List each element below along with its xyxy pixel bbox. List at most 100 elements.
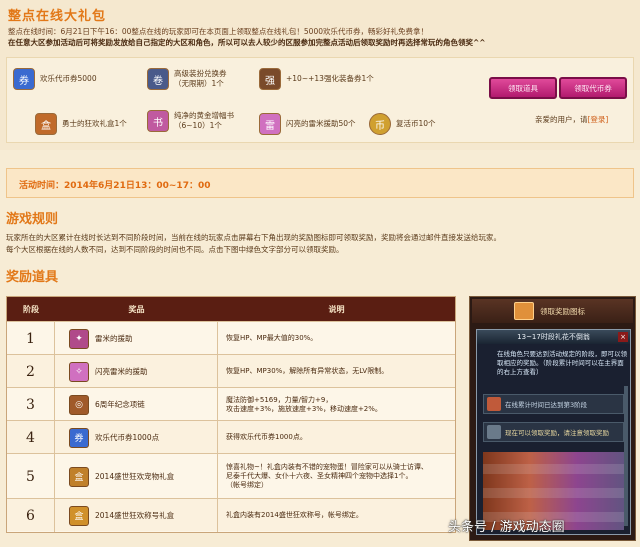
prize-cell: 券 欢乐代币券1000点 — [55, 421, 218, 454]
desc-line: 尼泰千代大爆、女仆十六夜、圣女精神四个宠物中选择1个。 — [226, 472, 413, 480]
prize-description: 获得欢乐代币券1000点。 — [218, 421, 455, 454]
column-header-desc: 说明 — [218, 297, 455, 321]
coupon-icon: 券 — [69, 427, 89, 448]
side-header: 领取奖励图标 — [472, 299, 633, 323]
reward-label: 勇士的狂欢礼盒1个 — [62, 119, 127, 128]
reward-table: 阶段 奖品 说明 1 ✦ 雷米的援助 恢复HP、MP最大值的30%。 2 ✧ 闪… — [6, 296, 456, 533]
close-icon[interactable]: × — [618, 332, 628, 342]
activity-time: 活动时间：2014年6月21日13：00~17：00 — [19, 181, 211, 191]
prize-cell: ◎ 6周年纪念项链 — [55, 388, 218, 421]
claim-items-button[interactable]: 领取道具 — [489, 77, 557, 99]
remy-aid-icon: 雷 — [259, 113, 281, 135]
prize-name: 雷米的援助 — [95, 334, 133, 343]
login-prompt: 亲爱的用户，请[登录] — [535, 114, 608, 125]
desc-line: 恢复HP、MP30%，解除所有异常状态，无LV限制。 — [226, 367, 389, 375]
prize-description: 礼盒内装有2014盛世狂欢称号，帐号绑定。 — [218, 499, 455, 532]
table-row: 2 ✧ 闪亮雷米的援助 恢复HP、MP30%，解除所有异常状态，无LV限制。 — [7, 354, 455, 388]
prize-name: 欢乐代币券1000点 — [95, 433, 160, 442]
stage-number: 2 — [7, 355, 55, 388]
reward-popup: 13~17时段礼花不倒翁 × 在线角色只要达到活动规定的阶段，即可以领取相应的奖… — [476, 329, 631, 535]
activity-time-bar: 活动时间：2014年6月21日13：00~17：00 — [6, 168, 634, 198]
avatar-ticket-icon: 卷 — [147, 68, 169, 90]
table-row: 4 券 欢乐代币券1000点 获得欢乐代币券1000点。 — [7, 420, 455, 454]
stage-number: 6 — [7, 499, 55, 532]
stage-number: 1 — [7, 322, 55, 355]
necklace-icon: ◎ — [69, 394, 89, 415]
prize-name: 2014盛世狂欢宠物礼盒 — [95, 472, 175, 481]
login-prompt-text: 亲爱的用户，请 — [535, 115, 588, 124]
reward-item: 强 +10~+13强化装备券1个 — [259, 68, 374, 90]
gift-icon[interactable] — [514, 302, 534, 320]
reward-server-note: 在任意大区参加活动后可将奖励发放给自己指定的大区和角色，所以可以去人较少的区服参… — [8, 38, 486, 47]
remy-aid-icon: ✦ — [69, 328, 89, 349]
reward-item: 券 欢乐代币券5000 — [13, 68, 97, 90]
reward-label: 复活币10个 — [396, 119, 436, 128]
table-row: 5 盒 2014盛世狂欢宠物礼盒 惊喜礼物~！礼盒内装有不错的宠物蛋！冒险家可以… — [7, 453, 455, 499]
prize-cell: 盒 2014盛世狂欢宠物礼盒 — [55, 454, 218, 499]
reward-label: +10~+13强化装备券1个 — [286, 74, 374, 83]
enhance-ticket-icon: 强 — [259, 68, 281, 90]
online-time-description: 整点在线时间：6月21日下午16：00整点在线的玩家即可在本页面上领取整点在线礼… — [8, 27, 428, 36]
reward-icon-panel: 领取奖励图标 13~17时段礼花不倒翁 × 在线角色只要达到活动规定的阶段，即可… — [469, 296, 636, 541]
prize-description: 惊喜礼物~！礼盒内装有不错的宠物蛋！冒险家可以从骑士访谭、 尼泰千代大爆、女仆十… — [218, 454, 455, 499]
column-header-stage: 阶段 — [7, 297, 55, 321]
table-row: 3 ◎ 6周年纪念项链 魔法防御+5169，力量/智力+9， 攻击速度+3%，施… — [7, 387, 455, 421]
reward-item: 书 纯净的黄金增幅书 （6~10）1个 — [147, 110, 234, 132]
desc-line: （帐号绑定） — [226, 481, 268, 489]
watermark: 头条号 / 游戏动态圈 — [448, 520, 565, 535]
desc-line: 获得欢乐代币券1000点。 — [226, 433, 307, 441]
shiny-remy-aid-icon: ✧ — [69, 361, 89, 382]
desc-line: 魔法防御+5169，力量/智力+9， — [226, 395, 333, 404]
column-header-prize: 奖品 — [55, 297, 218, 321]
popup-claim-text[interactable]: 现在可以领取奖励，请注意领取奖励 — [505, 427, 609, 437]
stage-number: 5 — [7, 454, 55, 499]
reward-label: 闪亮的雷米援助50个 — [286, 119, 356, 128]
pet-box-icon: 盒 — [69, 466, 89, 487]
stage-number: 3 — [7, 388, 55, 421]
reward-item: 卷 高级装扮兑换券 （无限期）1个 — [147, 68, 227, 90]
reward-label: 高级装扮兑换券 （无限期）1个 — [174, 69, 227, 88]
reward-item: 盒 勇士的狂欢礼盒1个 — [35, 113, 127, 135]
prize-name: 闪亮雷米的援助 — [95, 367, 148, 376]
table-row: 1 ✦ 雷米的援助 恢复HP、MP最大值的30%。 — [7, 321, 455, 355]
prize-description: 恢复HP、MP最大值的30%。 — [218, 322, 455, 355]
prize-description: 恢复HP、MP30%，解除所有异常状态，无LV限制。 — [218, 355, 455, 388]
prize-cell: ✧ 闪亮雷米的援助 — [55, 355, 218, 388]
prize-name: 2014盛世狂欢称号礼盒 — [95, 511, 175, 520]
rules-text-line: 玩家所在的大区累计在线时长达到不同阶段时间，当前在线的玩家点击屏幕右下角出现的奖… — [6, 233, 501, 242]
desc-line: 礼盒内装有2014盛世狂欢称号，帐号绑定。 — [226, 511, 363, 519]
image-band — [483, 464, 624, 474]
claim-coupon-button[interactable]: 领取代币券 — [559, 77, 627, 99]
popup-description: 在线角色只要达到活动规定的阶段，即可以领取相应的奖励。（阶段累计时间可以在主界面… — [497, 350, 627, 376]
popup-scrollbar[interactable] — [624, 386, 628, 526]
prize-cell: ✦ 雷米的援助 — [55, 322, 218, 355]
popup-status-text: 在线累计时间已达到第3阶段 — [505, 401, 588, 409]
section-title-rules: 游戏规则 — [6, 212, 59, 227]
clock-icon — [487, 425, 501, 439]
rules-text-line: 每个大区根据在线的人数不同，达到不同阶段的时间也不同。点击下图中绿色文字部分可以… — [6, 245, 344, 254]
login-link[interactable]: [登录] — [588, 115, 609, 124]
desc-line: 攻击速度+3%，施放速度+3%，移动速度+2%。 — [226, 404, 382, 413]
section-title-online-gift: 整点在线大礼包 — [8, 9, 107, 24]
image-band — [483, 488, 624, 498]
prize-name: 6周年纪念项链 — [95, 400, 145, 409]
popup-title: 13~17时段礼花不倒翁 — [477, 330, 630, 344]
popup-status-row: 现在可以领取奖励，请注意领取奖励 — [483, 422, 624, 442]
side-header-label: 领取奖励图标 — [540, 306, 585, 316]
desc-line: 恢复HP、MP最大值的30%。 — [226, 334, 318, 342]
reward-label: 纯净的黄金增幅书 （6~10）1个 — [174, 111, 234, 130]
stage-number: 4 — [7, 421, 55, 454]
reward-grid: 券 欢乐代币券5000 卷 高级装扮兑换券 （无限期）1个 强 +10~+13强… — [6, 57, 634, 143]
title-box-icon: 盒 — [69, 505, 89, 526]
stage-icon — [487, 397, 501, 411]
reward-item: 雷 闪亮的雷米援助50个 — [259, 113, 356, 135]
revive-coin-icon: 币 — [369, 113, 391, 135]
desc-line: 惊喜礼物~！礼盒内装有不错的宠物蛋！冒险家可以从骑士访谭、 — [226, 463, 428, 471]
reward-label: 欢乐代币券5000 — [40, 74, 97, 83]
coupon-icon: 券 — [13, 68, 35, 90]
table-row: 6 盒 2014盛世狂欢称号礼盒 礼盒内装有2014盛世狂欢称号，帐号绑定。 — [7, 498, 455, 532]
gold-book-icon: 书 — [147, 110, 169, 132]
prize-description: 魔法防御+5169，力量/智力+9， 攻击速度+3%，施放速度+3%，移动速度+… — [218, 388, 455, 421]
popup-status-row: 在线累计时间已达到第3阶段 — [483, 394, 624, 414]
top-panel: 整点在线大礼包 整点在线时间：6月21日下午16：00整点在线的玩家即可在本页面… — [0, 0, 640, 150]
